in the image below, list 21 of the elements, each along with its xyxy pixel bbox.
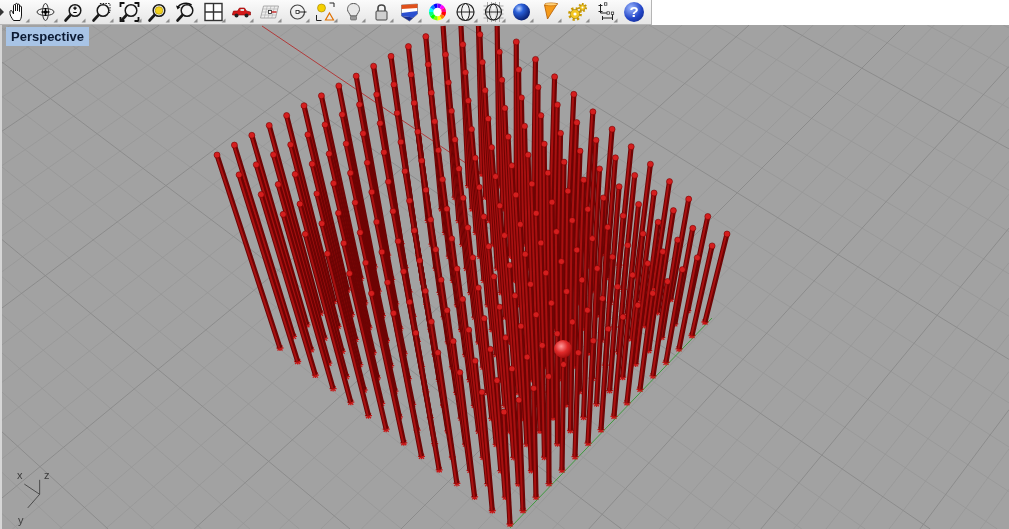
gear-icon — [566, 1, 590, 23]
viewport-label[interactable]: Perspective — [6, 27, 89, 46]
shield-icon — [398, 1, 422, 23]
wireframe-sphere-icon — [454, 1, 478, 23]
hand-icon — [6, 1, 30, 23]
axis-label: x — [17, 469, 23, 481]
zoom-window-icon — [90, 1, 114, 23]
undo-view-icon — [174, 1, 198, 23]
shapes-icon — [314, 1, 338, 23]
arrow-icon[interactable] — [0, 8, 4, 16]
zoom-selected-icon — [146, 1, 170, 23]
viewport[interactable]: Perspective x z y — [0, 25, 1009, 529]
window-grid-icon — [202, 1, 226, 23]
orbit-icon — [34, 1, 58, 23]
axis-label: y — [18, 514, 24, 526]
axis-label: z — [44, 469, 50, 481]
zoom-in-icon — [62, 1, 86, 23]
grid-sphere-icon — [482, 1, 506, 23]
zoom-extents-icon — [118, 1, 142, 23]
color-wheel-icon — [426, 1, 450, 23]
sphere-icon — [510, 1, 534, 23]
